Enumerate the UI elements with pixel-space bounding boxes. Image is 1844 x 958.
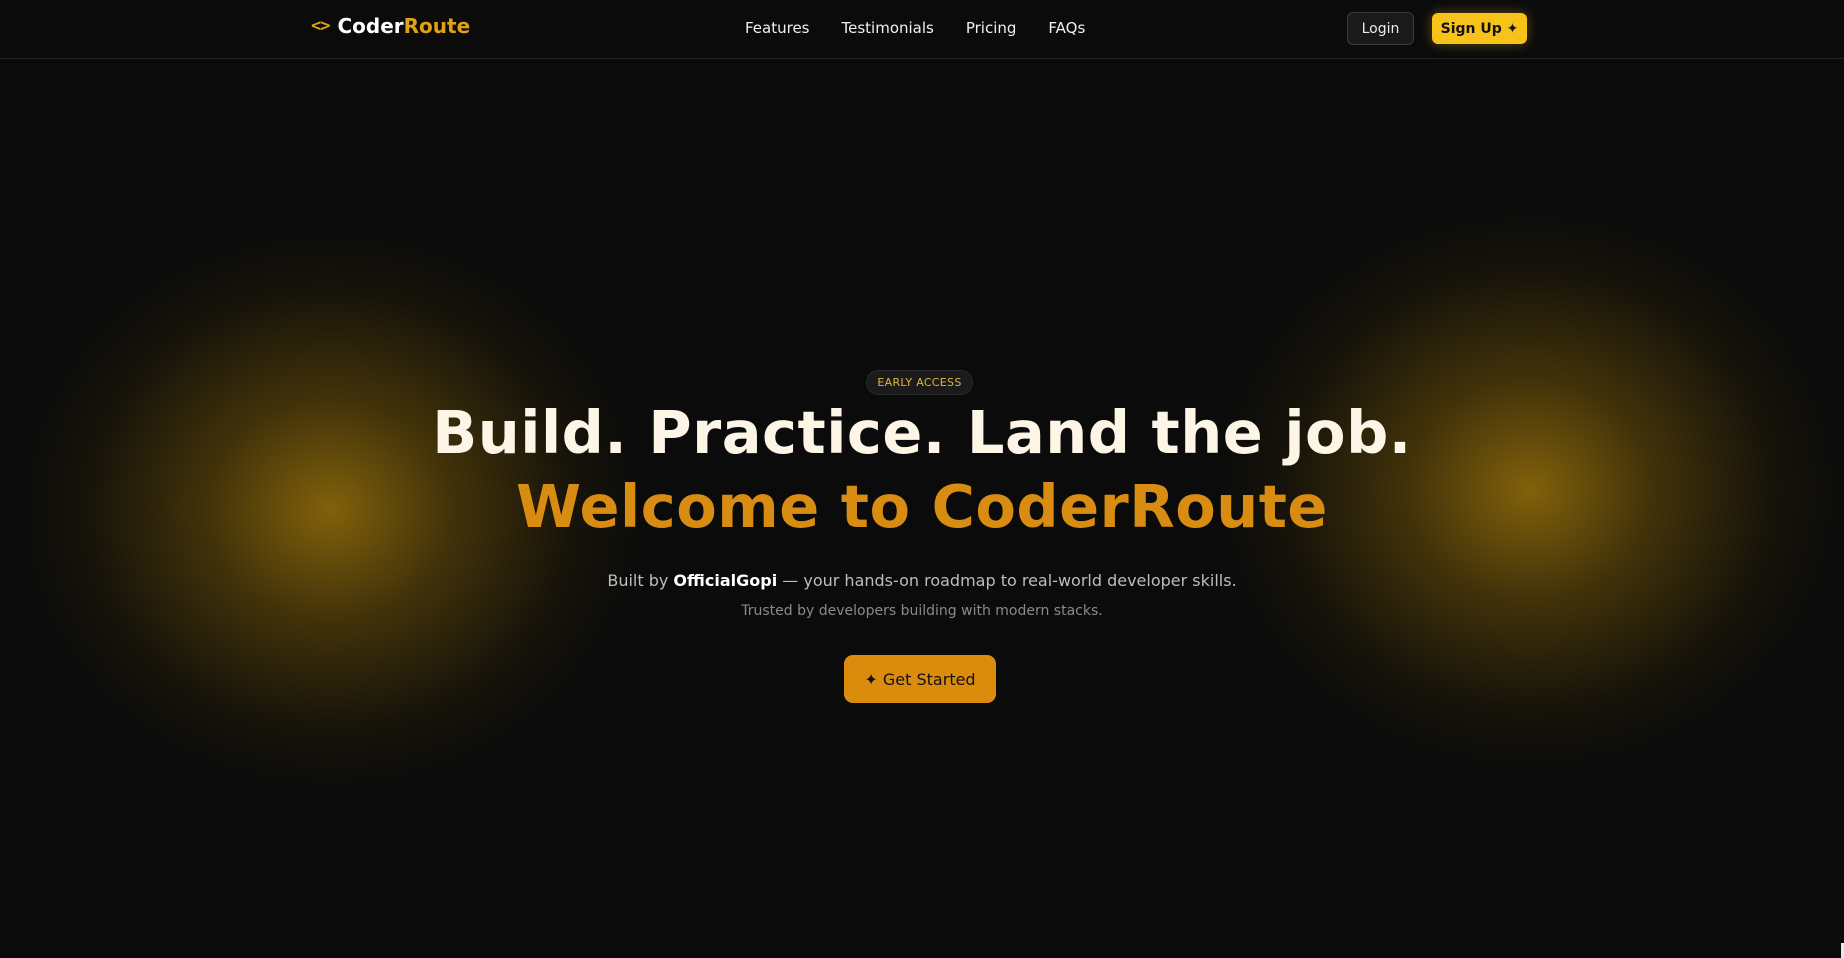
nav-link-pricing[interactable]: Pricing [966, 19, 1017, 37]
lead-author: OfficialGopi [673, 571, 778, 590]
hero-lead: Built by OfficialGopi — your hands-on ro… [0, 571, 1844, 590]
lead-prefix: Built by [607, 571, 674, 590]
hero-headline: Build. Practice. Land the job. [432, 398, 1412, 467]
top-navbar: <> Coder Route Features Testimonials Pric… [0, 0, 1844, 59]
hero-subheadline: Welcome to CoderRoute [516, 472, 1328, 541]
code-brackets-icon: <> [311, 16, 331, 36]
page: <> Coder Route Features Testimonials Pric… [0, 0, 1844, 958]
signup-button[interactable]: Sign Up ✦ [1432, 13, 1527, 44]
login-button[interactable]: Login [1347, 12, 1414, 45]
get-started-button[interactable]: ✦ Get Started [844, 655, 996, 703]
nav-link-features[interactable]: Features [745, 19, 810, 37]
nav-links: Features Testimonials Pricing FAQs [745, 19, 1085, 37]
trust-line: Trusted by developers building with mode… [741, 603, 1103, 619]
lead-suffix: — your hands-on roadmap to real-world de… [777, 571, 1237, 590]
early-access-badge: EARLY ACCESS [866, 370, 973, 395]
nav-link-testimonials[interactable]: Testimonials [842, 19, 934, 37]
logo-link[interactable]: <> Coder Route [311, 14, 470, 38]
nav-link-faqs[interactable]: FAQs [1048, 19, 1085, 37]
hero-section: EARLY ACCESS Build. Practice. Land the j… [0, 0, 1844, 958]
logo-text-coder: Coder [337, 14, 404, 38]
logo-text-route: Route [403, 14, 471, 38]
